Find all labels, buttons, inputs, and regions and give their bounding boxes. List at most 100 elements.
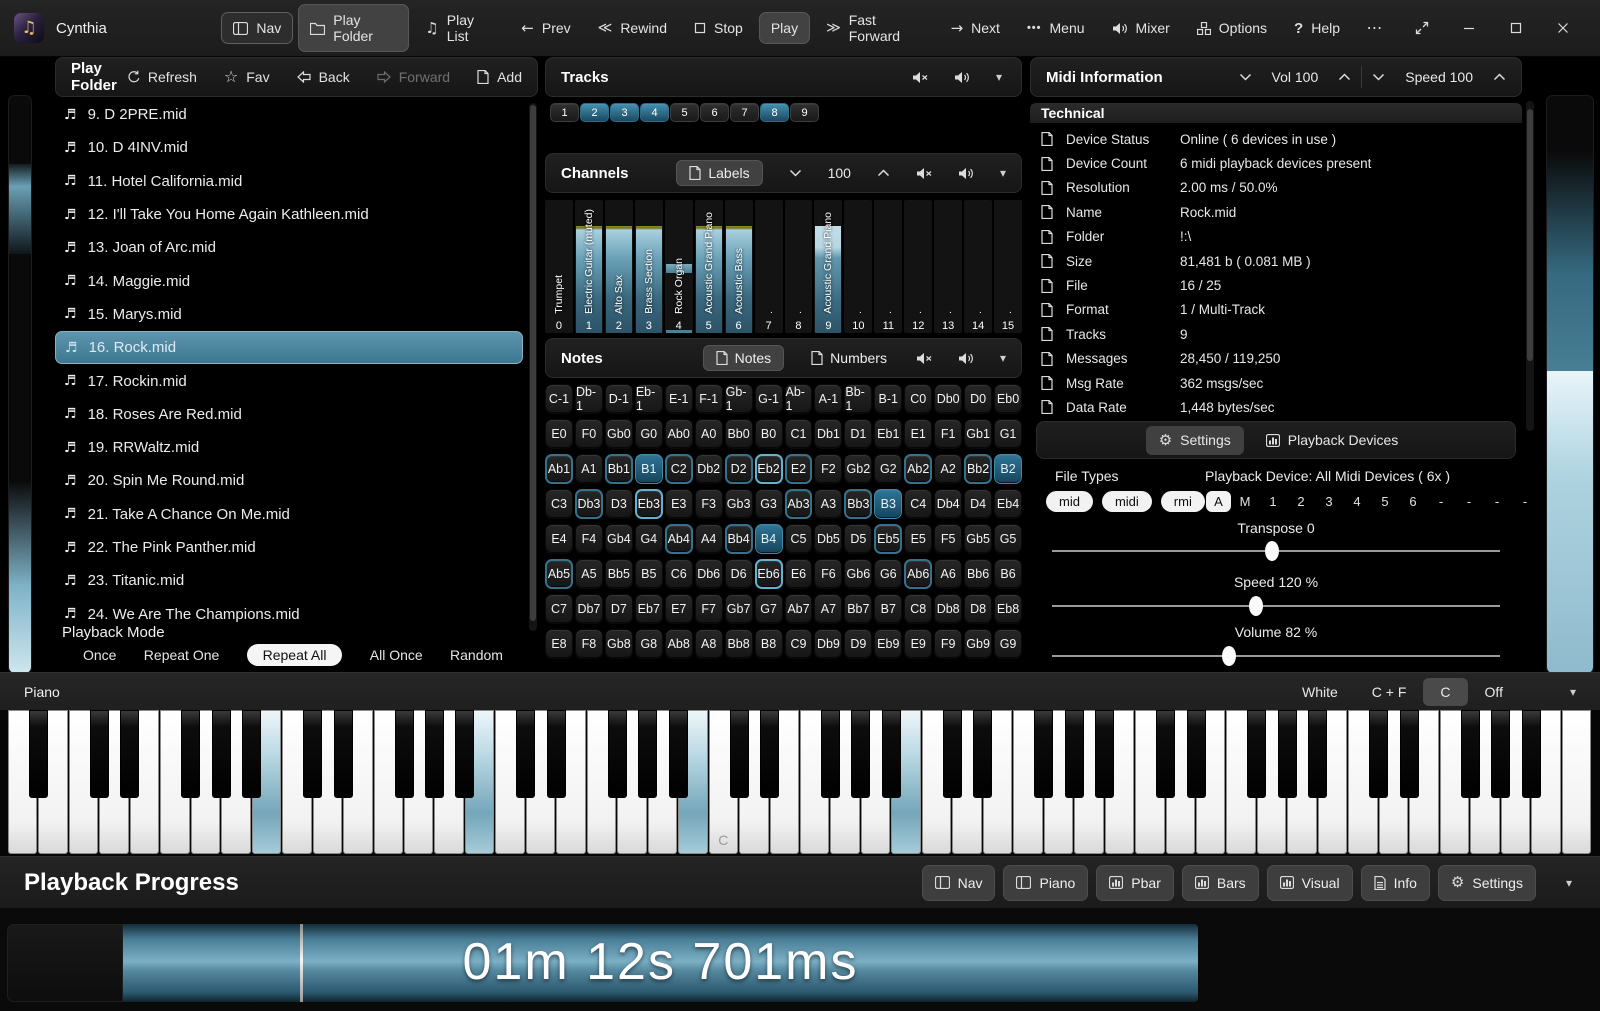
piano-key-fs7[interactable]: [1461, 710, 1480, 798]
piano-key-cs2[interactable]: [303, 710, 322, 798]
note-cell-gb0[interactable]: Gb0: [605, 419, 633, 449]
note-cell-f1[interactable]: F1: [934, 419, 962, 449]
piano-key-as5[interactable]: [1095, 710, 1114, 798]
speed-slider[interactable]: [1052, 596, 1500, 616]
file-item[interactable]: ♬15. Marys.mid: [55, 298, 523, 331]
note-cell-e3[interactable]: E3: [665, 489, 693, 519]
note-cell-e8[interactable]: E8: [545, 629, 573, 659]
note-cell-bb0[interactable]: Bb0: [725, 419, 753, 449]
note-cell-db1[interactable]: Db1: [814, 419, 842, 449]
file-list-scrollbar-thumb[interactable]: [530, 105, 536, 621]
file-item[interactable]: ♬11. Hotel California.mid: [55, 165, 523, 198]
speed-down-icon[interactable]: [1372, 73, 1385, 81]
note-cell-a-1[interactable]: A-1: [814, 384, 842, 414]
piano-key-as4[interactable]: [882, 710, 901, 798]
volume-slider-thumb[interactable]: [1222, 646, 1236, 666]
channel-column-8[interactable]: .8: [785, 200, 813, 333]
settings-button[interactable]: ⚙ Settings: [1146, 426, 1244, 455]
track-button-8[interactable]: 8: [760, 103, 789, 122]
toolbar-next-button[interactable]: →Next: [940, 13, 1011, 43]
track-button-5[interactable]: 5: [670, 103, 699, 122]
note-cell-a5[interactable]: A5: [575, 559, 603, 589]
channel-column-14[interactable]: .14: [964, 200, 992, 333]
piano-key-gs1[interactable]: [212, 710, 231, 798]
piano-key-as7[interactable]: [1522, 710, 1541, 798]
piano-key-cs7[interactable]: [1369, 710, 1388, 798]
note-cell-f-1[interactable]: F-1: [695, 384, 723, 414]
note-cell-eb4[interactable]: Eb4: [994, 489, 1022, 519]
toolbar-play-folder-button[interactable]: Play Folder: [298, 4, 409, 52]
note-cell-gb9[interactable]: Gb9: [964, 629, 992, 659]
note-cell-d1[interactable]: D1: [844, 419, 872, 449]
piano-key-fs4[interactable]: [821, 710, 840, 798]
notes-view-button[interactable]: Notes: [703, 345, 785, 371]
device-slot-4[interactable]: 4: [1343, 494, 1371, 509]
note-cell-eb8[interactable]: Eb8: [994, 594, 1022, 624]
note-cell-ab2[interactable]: Ab2: [904, 454, 932, 484]
note-cell-db8[interactable]: Db8: [934, 594, 962, 624]
note-cell-bb2[interactable]: Bb2: [964, 454, 992, 484]
track-button-6[interactable]: 6: [700, 103, 729, 122]
note-cell-b8[interactable]: B8: [755, 629, 783, 659]
note-cell-ab8[interactable]: Ab8: [665, 629, 693, 659]
file-item[interactable]: ♬17. Rockin.mid: [55, 364, 523, 397]
piano-mode-c-f[interactable]: C + F: [1355, 678, 1424, 706]
track-button-3[interactable]: 3: [610, 103, 639, 122]
note-cell-gb5[interactable]: Gb5: [964, 524, 992, 554]
piano-key-ds2[interactable]: [334, 710, 353, 798]
file-item[interactable]: ♬22. The Pink Panther.mid: [55, 531, 523, 564]
piano-mode-white[interactable]: White: [1285, 678, 1355, 706]
tracks-dropdown-icon[interactable]: ▾: [996, 71, 1002, 83]
track-button-9[interactable]: 9: [790, 103, 819, 122]
note-cell-d9[interactable]: D9: [844, 629, 872, 659]
note-cell-g5[interactable]: G5: [994, 524, 1022, 554]
piano-key-gs4[interactable]: [851, 710, 870, 798]
note-cell-gb3[interactable]: Gb3: [725, 489, 753, 519]
note-cell-a3[interactable]: A3: [814, 489, 842, 519]
piano-key-gs6[interactable]: [1278, 710, 1297, 798]
channel-column-13[interactable]: .13: [934, 200, 962, 333]
piano-key-ds4[interactable]: [760, 710, 779, 798]
note-cell-gb1[interactable]: Gb1: [964, 419, 992, 449]
notes-mute-icon[interactable]: [916, 352, 932, 365]
note-cell-db-1[interactable]: Db-1: [575, 384, 603, 414]
file-item[interactable]: ♬14. Maggie.mid: [55, 264, 523, 297]
piano-key-fs2[interactable]: [395, 710, 414, 798]
device-slot-m[interactable]: M: [1231, 494, 1259, 509]
channel-labels-button[interactable]: Labels: [676, 160, 762, 186]
toolbar-fast-forward-button[interactable]: ≫Fast Forward: [815, 5, 935, 51]
note-cell-c-1[interactable]: C-1: [545, 384, 573, 414]
channel-column-10[interactable]: .10: [844, 200, 872, 333]
piano-key-fs5[interactable]: [1034, 710, 1053, 798]
progress-track-empty[interactable]: [7, 924, 123, 1002]
playback-devices-button[interactable]: Playback Devices: [1258, 432, 1407, 448]
note-cell-e5[interactable]: E5: [904, 524, 932, 554]
note-cell-b1[interactable]: B1: [635, 454, 663, 484]
note-cell-f5[interactable]: F5: [934, 524, 962, 554]
note-cell-bb4[interactable]: Bb4: [725, 524, 753, 554]
piano-key-ds5[interactable]: [973, 710, 992, 798]
note-cell-eb1[interactable]: Eb1: [874, 419, 902, 449]
piano-key-ds3[interactable]: [547, 710, 566, 798]
note-cell-eb7[interactable]: Eb7: [635, 594, 663, 624]
playfolder-add-button[interactable]: Add: [477, 69, 522, 85]
toolbar-help-button[interactable]: ?Help: [1283, 13, 1351, 44]
note-cell-e7[interactable]: E7: [665, 594, 693, 624]
piano-key-fs1[interactable]: [181, 710, 200, 798]
note-cell-d0[interactable]: D0: [964, 384, 992, 414]
file-item[interactable]: ♬13. Joan of Arc.mid: [55, 231, 523, 264]
note-cell-f2[interactable]: F2: [814, 454, 842, 484]
note-cell-eb0[interactable]: Eb0: [994, 384, 1022, 414]
view-info-button[interactable]: Info: [1361, 865, 1430, 901]
numbers-view-button[interactable]: Numbers: [798, 345, 900, 371]
piano-key-as2[interactable]: [455, 710, 474, 798]
note-cell-d2[interactable]: D2: [725, 454, 753, 484]
track-button-1[interactable]: 1: [550, 103, 579, 122]
info-scrollbar-thumb[interactable]: [1527, 109, 1533, 361]
piano-key-as6[interactable]: [1308, 710, 1327, 798]
file-item[interactable]: ♬12. I'll Take You Home Again Kathleen.m…: [55, 198, 523, 231]
note-cell-c3[interactable]: C3: [545, 489, 573, 519]
note-cell-b4[interactable]: B4: [755, 524, 783, 554]
file-list-scrollbar[interactable]: [529, 103, 537, 631]
note-cell-c2[interactable]: C2: [665, 454, 693, 484]
